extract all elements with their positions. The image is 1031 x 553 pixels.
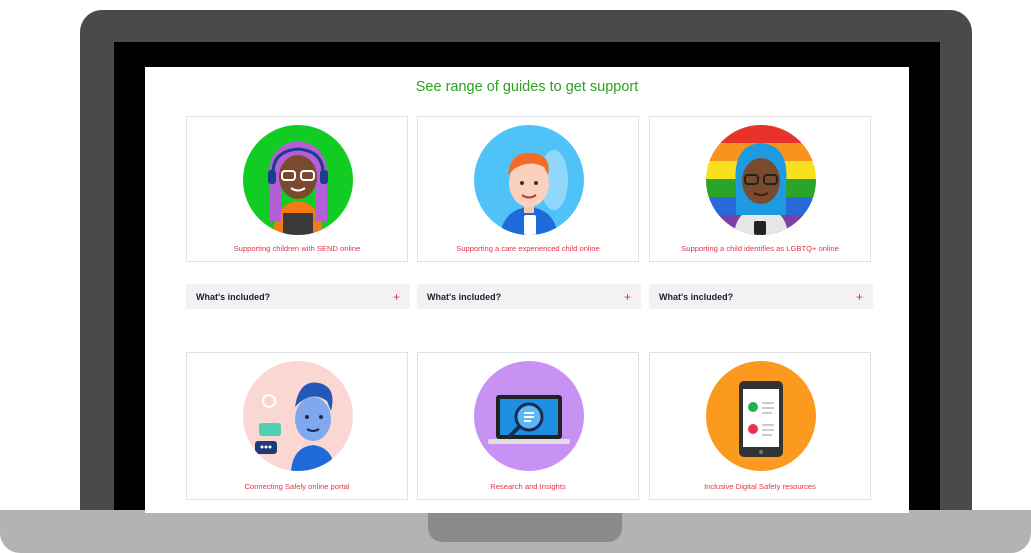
- rainbow-avatar-icon: [706, 125, 816, 235]
- guide-card-caption: Connecting Safely online portal: [244, 482, 350, 491]
- guide-card-inclusive-digital-safety[interactable]: Inclusive Digital Safety resources: [649, 352, 871, 500]
- guide-card-caption: Supporting children with SEND online: [233, 244, 361, 253]
- laptop-screen: See range of guides to get support Suppo…: [145, 67, 909, 513]
- guide-card-care[interactable]: Supporting a care experienced child onli…: [417, 116, 639, 262]
- child-avatar-icon: [474, 125, 584, 235]
- phone-checklist-icon: [706, 361, 816, 471]
- page-heading: See range of guides to get support: [415, 79, 639, 95]
- plus-icon[interactable]: +: [393, 291, 400, 303]
- accordion-label: What's included?: [659, 291, 734, 302]
- whats-included-accordion[interactable]: What's included? +: [649, 284, 873, 309]
- headset-avatar-icon: [243, 125, 353, 235]
- guide-card-research[interactable]: Research and Insights: [417, 352, 639, 500]
- guide-card-caption: Research and Insights: [490, 482, 566, 491]
- guide-card-caption: Inclusive Digital Safety resources: [704, 482, 816, 491]
- accordion-label: What's included?: [427, 291, 502, 302]
- guide-card-send[interactable]: Supporting children with SEND online: [186, 116, 408, 262]
- laptop-base-notch: [428, 510, 622, 542]
- plus-icon[interactable]: +: [624, 291, 631, 303]
- accordion-label: What's included?: [196, 291, 271, 302]
- magnifier-laptop-icon: [474, 361, 584, 471]
- guide-card-connecting-safely[interactable]: Connecting Safely online portal: [186, 352, 408, 500]
- plus-icon[interactable]: +: [856, 291, 863, 303]
- whats-included-accordion[interactable]: What's included? +: [186, 284, 410, 309]
- whats-included-accordion[interactable]: What's included? +: [417, 284, 641, 309]
- guide-card-caption: Supporting a care experienced child onli…: [456, 244, 600, 253]
- guide-card-caption: Supporting a child identifies as LGBTQ+ …: [681, 244, 839, 253]
- guide-card-lgbtq[interactable]: Supporting a child identifies as LGBTQ+ …: [649, 116, 871, 262]
- chat-avatar-icon: [243, 361, 353, 471]
